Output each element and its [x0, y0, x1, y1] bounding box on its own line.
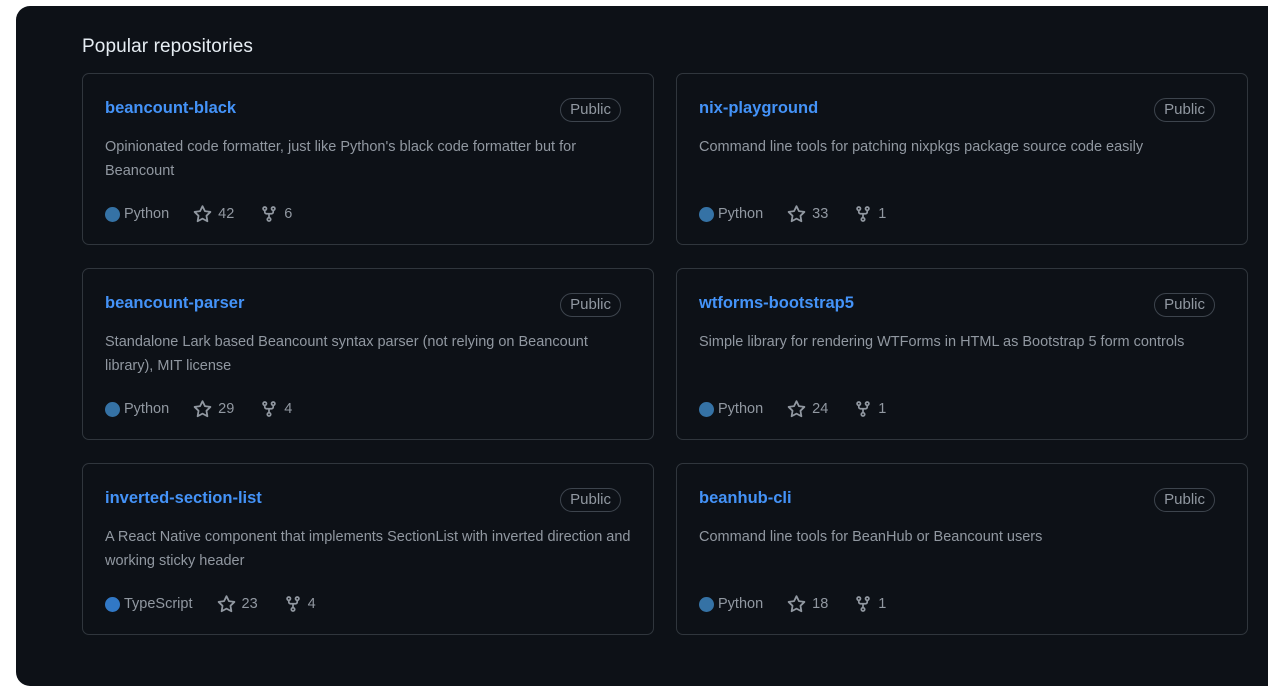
repo-description: Standalone Lark based Beancount syntax p… — [105, 334, 588, 374]
visibility-badge: Public — [1154, 488, 1215, 512]
language-color-dot — [699, 401, 714, 417]
stars-link[interactable]: 23 — [217, 594, 258, 614]
language-color-dot — [105, 206, 120, 222]
repo-description: Command line tools for BeanHub or Beanco… — [699, 529, 1043, 545]
star-icon — [217, 594, 235, 612]
repo-card: beancount-parser Public Standalone Lark … — [82, 268, 654, 440]
forks-link[interactable]: 1 — [854, 400, 886, 418]
language-label: Python — [124, 206, 170, 222]
language: Python — [105, 206, 169, 222]
fork-icon — [856, 596, 871, 612]
stars-link[interactable]: 33 — [787, 204, 829, 224]
language: Python — [105, 401, 169, 417]
repo-meta: TypeScript 23 4 — [105, 592, 316, 616]
forks-count: 6 — [284, 206, 293, 222]
star-icon — [787, 399, 806, 417]
forks-link[interactable]: 4 — [260, 400, 292, 418]
repo-card: beancount-black Public Opinionated code … — [82, 73, 654, 245]
language: TypeScript — [105, 596, 193, 612]
repo-name-link[interactable]: nix-playground — [699, 99, 818, 118]
fork-icon — [856, 401, 871, 417]
repo-meta: Python 18 1 — [699, 592, 886, 616]
stars-link[interactable]: 42 — [193, 204, 235, 224]
language-color-dot — [105, 401, 120, 417]
fork-icon — [262, 401, 277, 417]
repo-meta: Python 42 6 — [105, 202, 292, 226]
stars-count: 29 — [218, 401, 235, 417]
forks-count: 1 — [878, 206, 887, 222]
language: Python — [699, 401, 763, 417]
repo-description: A React Native component that implements… — [105, 529, 631, 569]
language: Python — [699, 206, 763, 222]
star-icon — [787, 204, 806, 222]
visibility-badge: Public — [560, 293, 621, 317]
stars-count: 23 — [241, 596, 258, 612]
repo-description: Command line tools for patching nixpkgs … — [699, 139, 1144, 155]
repo-meta: Python 24 1 — [699, 397, 886, 421]
fork-icon — [285, 596, 300, 612]
repo-card: wtforms-bootstrap5 Public Simple library… — [676, 268, 1248, 440]
forks-count: 4 — [307, 596, 316, 612]
repo-card: nix-playground Public Command line tools… — [676, 73, 1248, 245]
star-icon — [193, 399, 212, 417]
stars-count: 42 — [218, 206, 235, 222]
language-color-dot — [699, 206, 714, 222]
repo-name-link[interactable]: beancount-black — [105, 99, 236, 118]
forks-count: 1 — [878, 596, 887, 612]
language-label: TypeScript — [124, 596, 193, 612]
visibility-badge: Public — [560, 488, 621, 512]
forks-count: 4 — [284, 401, 293, 417]
stars-link[interactable]: 29 — [193, 399, 235, 419]
visibility-badge: Public — [560, 98, 621, 122]
language-label: Python — [124, 401, 170, 417]
fork-icon — [856, 206, 871, 222]
star-icon — [787, 594, 806, 612]
repo-name-link[interactable]: inverted-section-list — [105, 489, 262, 508]
section-title: Popular repositories — [82, 36, 253, 57]
repo-meta: Python 33 1 — [699, 202, 886, 226]
repo-meta: Python 29 4 — [105, 397, 292, 421]
language-color-dot — [699, 596, 714, 612]
stars-count: 33 — [812, 206, 829, 222]
forks-link[interactable]: 1 — [854, 595, 886, 613]
repo-card: beanhub-cli Public Command line tools fo… — [676, 463, 1248, 635]
fork-icon — [262, 206, 277, 222]
forks-count: 1 — [878, 401, 887, 417]
language-color-dot — [105, 596, 120, 612]
language: Python — [699, 596, 763, 612]
language-label: Python — [718, 401, 764, 417]
repo-description: Opinionated code formatter, just like Py… — [105, 139, 577, 179]
repo-description: Simple library for rendering WTForms in … — [699, 334, 1185, 350]
forks-link[interactable]: 6 — [260, 205, 292, 223]
repo-card: inverted-section-list Public A React Nat… — [82, 463, 654, 635]
stars-link[interactable]: 24 — [787, 399, 829, 419]
visibility-badge: Public — [1154, 293, 1215, 317]
forks-link[interactable]: 1 — [854, 205, 886, 223]
repo-name-link[interactable]: beanhub-cli — [699, 489, 792, 508]
language-label: Python — [718, 596, 764, 612]
repo-name-link[interactable]: beancount-parser — [105, 294, 244, 313]
stars-count: 18 — [812, 596, 829, 612]
forks-link[interactable]: 4 — [284, 595, 316, 613]
language-label: Python — [718, 206, 764, 222]
repo-name-link[interactable]: wtforms-bootstrap5 — [699, 294, 854, 313]
visibility-badge: Public — [1154, 98, 1215, 122]
stars-count: 24 — [812, 401, 829, 417]
star-icon — [193, 204, 212, 222]
stars-link[interactable]: 18 — [787, 594, 829, 614]
